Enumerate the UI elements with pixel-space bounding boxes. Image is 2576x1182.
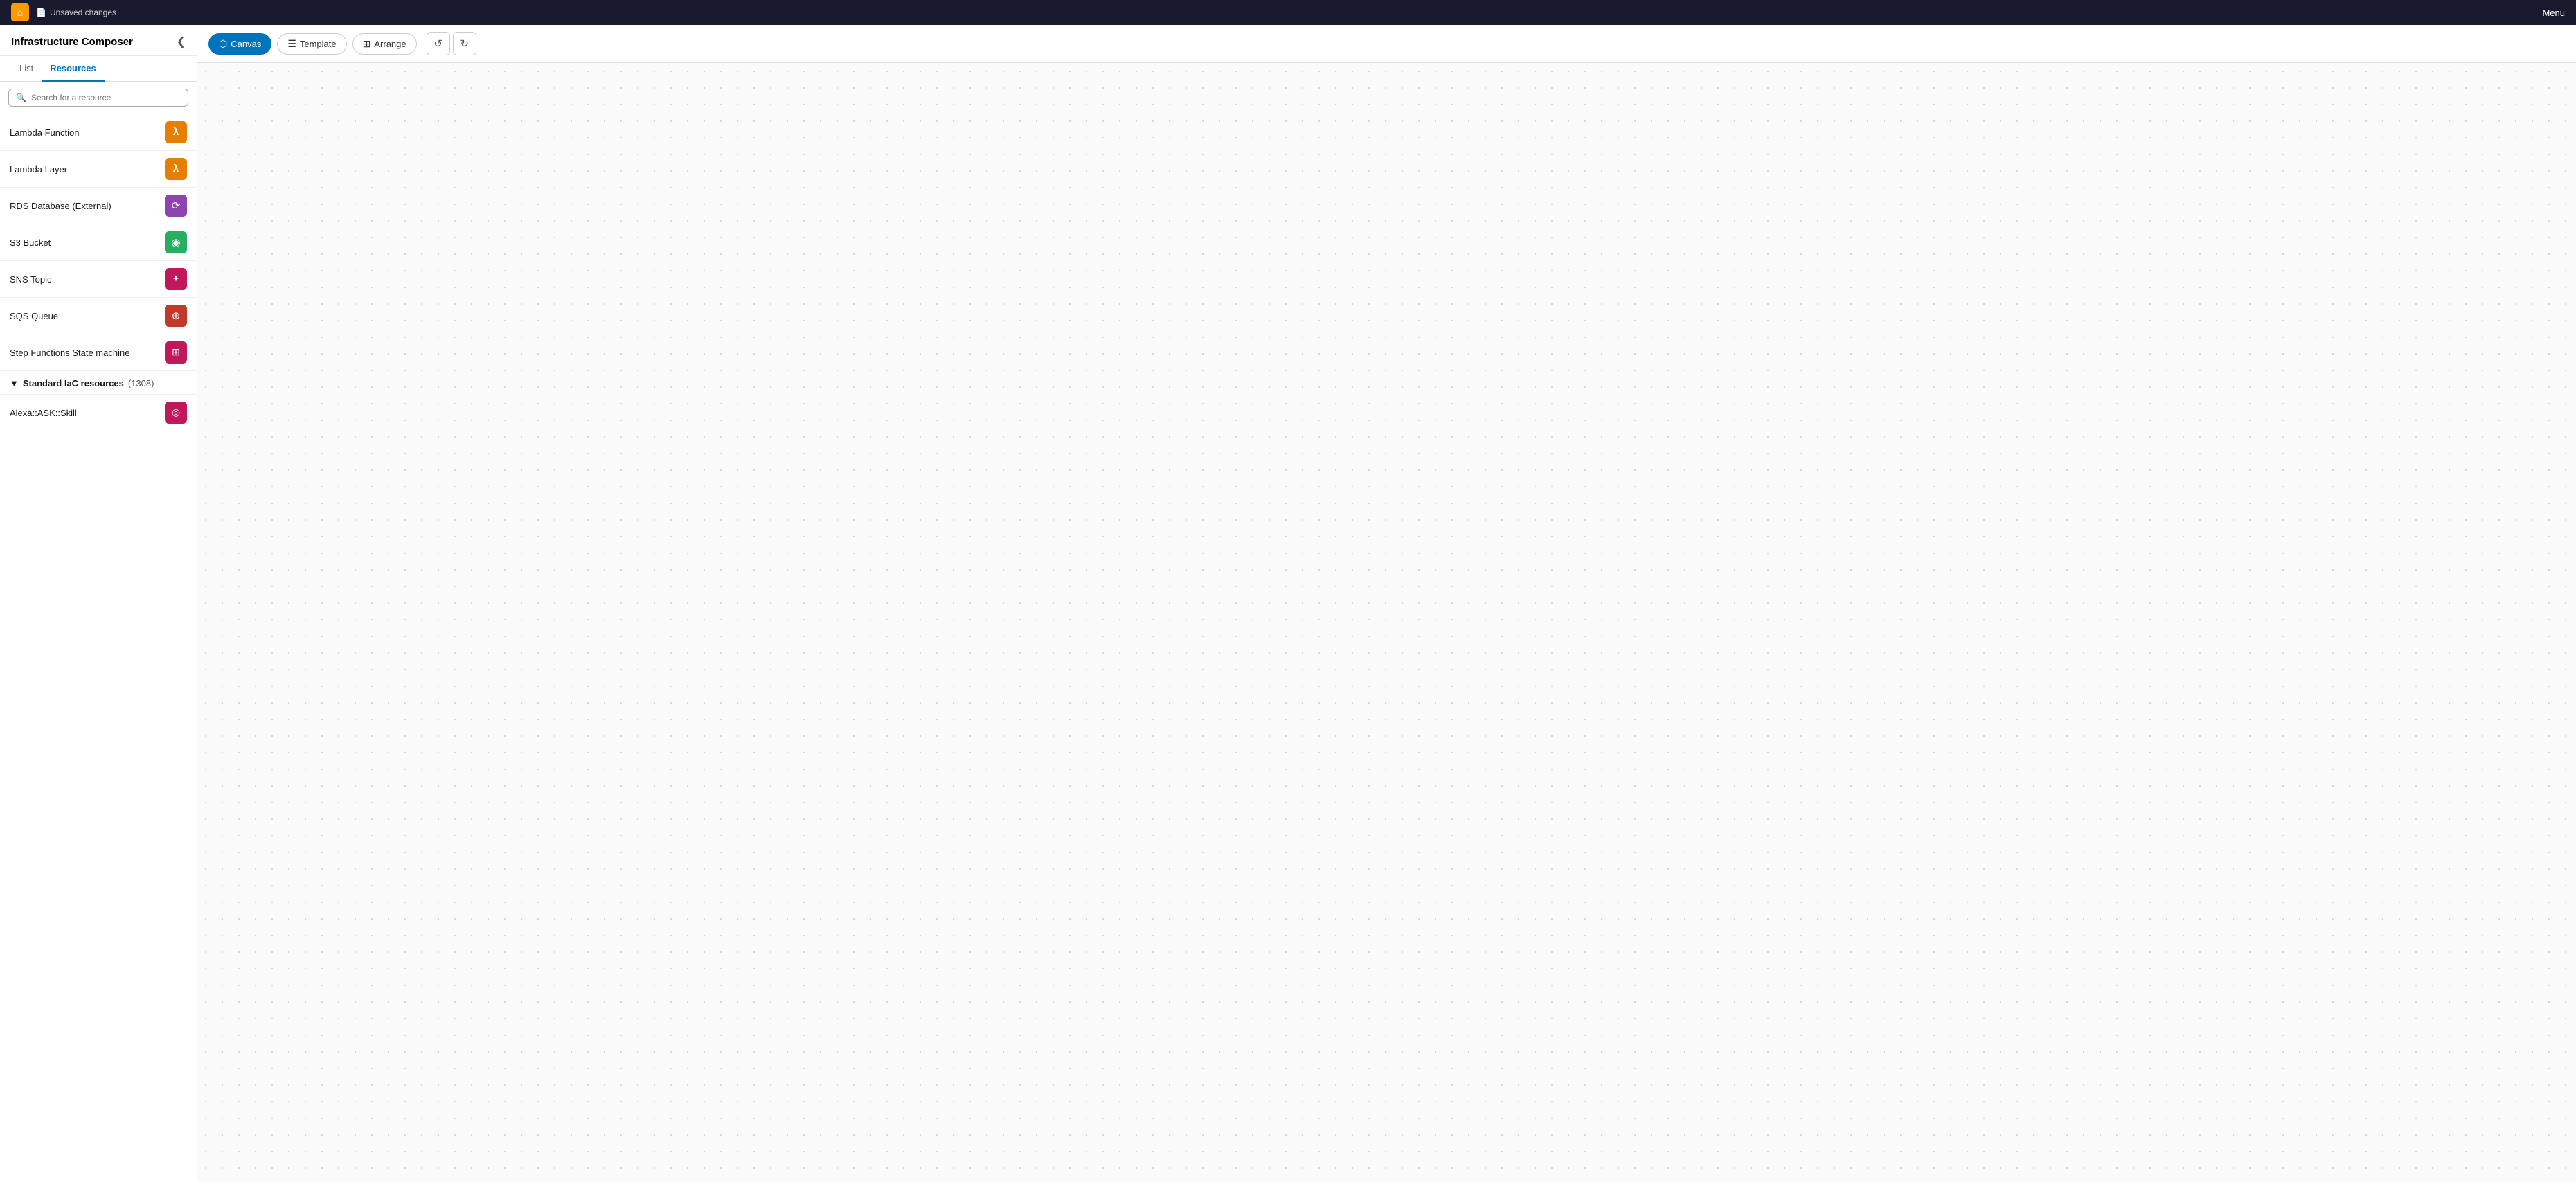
topbar: ⌂ 📄 Unsaved changes Menu bbox=[0, 0, 2576, 25]
standard-iac-count: (1308) bbox=[128, 378, 154, 388]
template-icon: ☰ bbox=[287, 38, 296, 50]
rds-icon bbox=[165, 195, 187, 217]
resource-name: SNS Topic bbox=[10, 274, 51, 285]
resource-list: Lambda Function Lambda Layer RDS Databas… bbox=[0, 114, 197, 1182]
standard-iac-header: ▼ Standard IaC resources (1308) bbox=[0, 371, 197, 395]
sidebar-title: Infrastructure Composer bbox=[11, 36, 133, 48]
menu-label[interactable]: Menu bbox=[2542, 8, 2565, 18]
topbar-left: ⌂ 📄 Unsaved changes bbox=[11, 3, 116, 21]
main-layout: Infrastructure Composer ❮ List Resources… bbox=[0, 25, 2576, 1182]
resource-name: Alexa::ASK::Skill bbox=[10, 408, 77, 418]
home-icon[interactable]: ⌂ bbox=[11, 3, 29, 21]
resource-item-lambda-function[interactable]: Lambda Function bbox=[0, 114, 197, 151]
resource-item-lambda-layer[interactable]: Lambda Layer bbox=[0, 151, 197, 188]
sidebar: Infrastructure Composer ❮ List Resources… bbox=[0, 25, 197, 1182]
resource-name: Lambda Function bbox=[10, 127, 79, 138]
step-functions-icon bbox=[165, 341, 187, 364]
resource-item-rds[interactable]: RDS Database (External) bbox=[0, 188, 197, 224]
resource-item-sqs[interactable]: SQS Queue bbox=[0, 298, 197, 334]
template-button[interactable]: ☰ Template bbox=[277, 33, 346, 55]
unsaved-text: Unsaved changes bbox=[50, 8, 116, 17]
template-label: Template bbox=[300, 39, 337, 49]
sidebar-tabs: List Resources bbox=[0, 56, 197, 82]
resource-item-alexa[interactable]: Alexa::ASK::Skill bbox=[0, 395, 197, 431]
undo-redo-group: ↺ ↻ bbox=[427, 32, 476, 55]
canvas-button[interactable]: ⬡ Canvas bbox=[208, 33, 271, 55]
resource-item-sns[interactable]: SNS Topic bbox=[0, 261, 197, 298]
resource-name: Lambda Layer bbox=[10, 164, 67, 174]
resource-name: Step Functions State machine bbox=[10, 348, 129, 358]
sns-icon bbox=[165, 268, 187, 290]
undo-button[interactable]: ↺ bbox=[427, 32, 450, 55]
arrange-icon: ⊞ bbox=[363, 38, 371, 50]
unsaved-label: 📄 Unsaved changes bbox=[36, 8, 116, 17]
resource-item-s3[interactable]: S3 Bucket bbox=[0, 224, 197, 261]
canvas-toolbar: ⬡ Canvas ☰ Template ⊞ Arrange ↺ ↻ bbox=[197, 25, 2576, 63]
search-container: 🔍 bbox=[0, 82, 197, 114]
collapse-sidebar-button[interactable]: ❮ bbox=[177, 35, 186, 48]
search-icon: 🔍 bbox=[16, 93, 26, 102]
resource-item-step-functions[interactable]: Step Functions State machine bbox=[0, 334, 197, 371]
alexa-icon bbox=[165, 402, 187, 424]
redo-button[interactable]: ↻ bbox=[453, 32, 476, 55]
canvas-content[interactable] bbox=[197, 63, 2576, 1182]
sqs-icon bbox=[165, 305, 187, 327]
search-box: 🔍 bbox=[8, 89, 188, 107]
canvas-label: Canvas bbox=[231, 39, 261, 49]
arrange-label: Arrange bbox=[374, 39, 406, 49]
sidebar-header: Infrastructure Composer ❮ bbox=[0, 25, 197, 56]
tab-list[interactable]: List bbox=[11, 56, 42, 82]
resource-name: RDS Database (External) bbox=[10, 201, 111, 211]
arrange-button[interactable]: ⊞ Arrange bbox=[352, 33, 417, 55]
resource-name: S3 Bucket bbox=[10, 238, 51, 248]
tab-resources[interactable]: Resources bbox=[42, 56, 104, 82]
lambda-function-icon bbox=[165, 121, 187, 143]
chevron-down-icon: ▼ bbox=[10, 378, 19, 388]
canvas-area: ⬡ Canvas ☰ Template ⊞ Arrange ↺ ↻ bbox=[197, 25, 2576, 1182]
lambda-layer-icon bbox=[165, 158, 187, 180]
search-input[interactable] bbox=[31, 93, 181, 102]
s3-icon bbox=[165, 231, 187, 253]
resource-name: SQS Queue bbox=[10, 311, 58, 321]
canvas-icon: ⬡ bbox=[219, 38, 227, 50]
standard-iac-label: Standard IaC resources bbox=[23, 378, 124, 388]
